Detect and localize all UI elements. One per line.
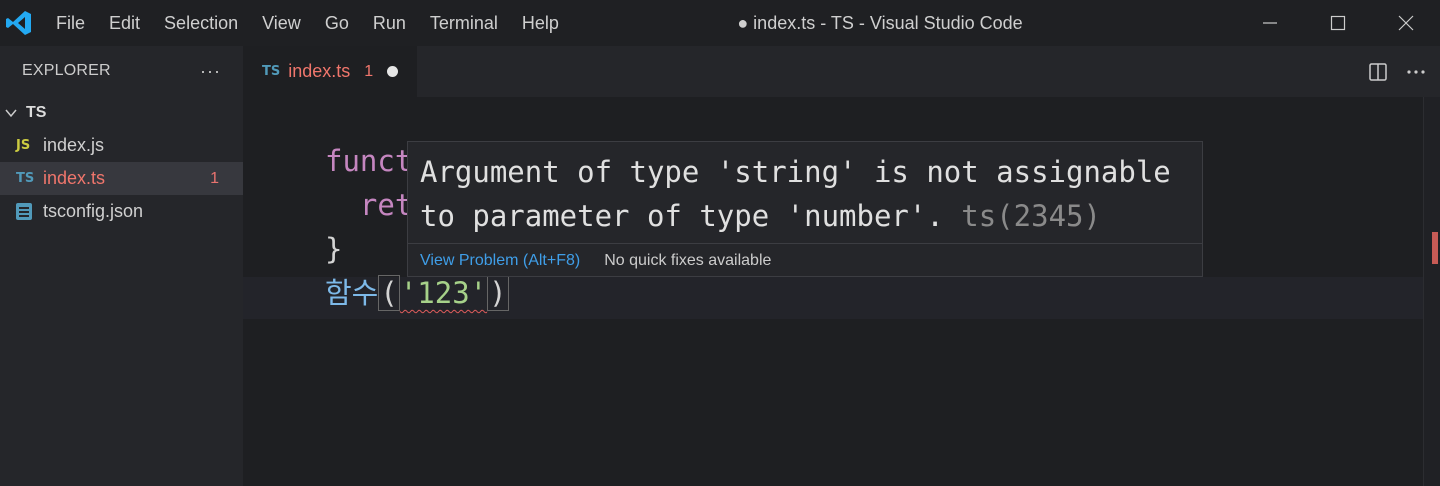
string-argument-token: '123' (399, 276, 488, 310)
problem-count-badge: 1 (210, 169, 219, 187)
file-tsconfig-json[interactable]: tsconfig.json (0, 195, 243, 228)
error-hover-widget: Argument of type 'string' is not assigna… (407, 141, 1203, 277)
window-title: ● index.ts - TS - Visual Studio Code (737, 13, 1023, 33)
tab-problem-badge: 1 (364, 62, 374, 80)
view-problem-link[interactable]: View Problem (Alt+F8) (420, 252, 580, 270)
split-editor-icon[interactable] (1368, 62, 1388, 82)
explorer-title: EXPLORER (22, 62, 111, 79)
js-file-icon: JS (16, 138, 31, 153)
editor-actions (1368, 46, 1426, 97)
hover-message-line-1: Argument of type 'string' is not assigna… (420, 155, 1171, 189)
paren-token: ) (487, 275, 509, 311)
unsaved-dot-icon[interactable] (387, 66, 399, 77)
file-index-ts[interactable]: TS index.ts 1 (0, 162, 243, 195)
hover-message: Argument of type 'string' is not assigna… (408, 142, 1202, 243)
file-index-js[interactable]: JS index.js (0, 129, 243, 162)
editor-tab-bar: TS index.ts 1 (243, 46, 1440, 97)
window-controls (1236, 0, 1440, 46)
tab-label: index.ts (288, 61, 351, 81)
maximize-icon (1330, 15, 1346, 31)
chevron-down-icon (5, 109, 17, 117)
minimize-icon (1263, 22, 1277, 24)
title-bar: File Edit Selection View Go Run Terminal… (0, 0, 1440, 46)
close-icon (1398, 15, 1414, 31)
editor-scrollbar[interactable] (1423, 97, 1440, 486)
more-actions-icon[interactable]: ··· (200, 61, 221, 82)
keyword-token: ret (325, 188, 413, 222)
tab-index-ts[interactable]: TS index.ts 1 (243, 46, 417, 97)
file-label: tsconfig.json (43, 201, 144, 221)
more-actions-icon[interactable] (1406, 62, 1426, 82)
paren-token: ( (378, 275, 400, 311)
close-window-button[interactable] (1372, 0, 1440, 46)
brace-token: } (325, 232, 343, 266)
code-line-4: 함수('123') (325, 271, 509, 315)
hover-status-bar: View Problem (Alt+F8) No quick fixes ava… (408, 243, 1202, 277)
function-call-token: 함수 (325, 276, 379, 310)
hover-message-text: to parameter of type 'number'. (420, 199, 944, 233)
file-label: index.ts (43, 168, 106, 188)
hover-message-line-2: to parameter of type 'number'. ts(2345) (420, 194, 1190, 238)
ts-file-icon: TS (16, 171, 35, 186)
error-marker (1432, 232, 1438, 264)
no-quick-fixes-text: No quick fixes available (604, 251, 772, 269)
folder-ts[interactable]: TS (0, 96, 243, 129)
error-code: ts(2345) (961, 199, 1101, 233)
file-label: index.js (43, 135, 105, 155)
ts-file-icon: TS (262, 64, 281, 79)
explorer-header: EXPLORER ··· (0, 46, 243, 96)
folder-label: TS (26, 103, 47, 121)
maximize-button[interactable] (1304, 0, 1372, 46)
minimize-button[interactable] (1236, 0, 1304, 46)
tsconfig-icon (16, 203, 32, 220)
explorer-sidebar: EXPLORER ··· TS JS index.js TS index.ts … (0, 46, 243, 486)
keyword-token: funct (325, 144, 413, 178)
